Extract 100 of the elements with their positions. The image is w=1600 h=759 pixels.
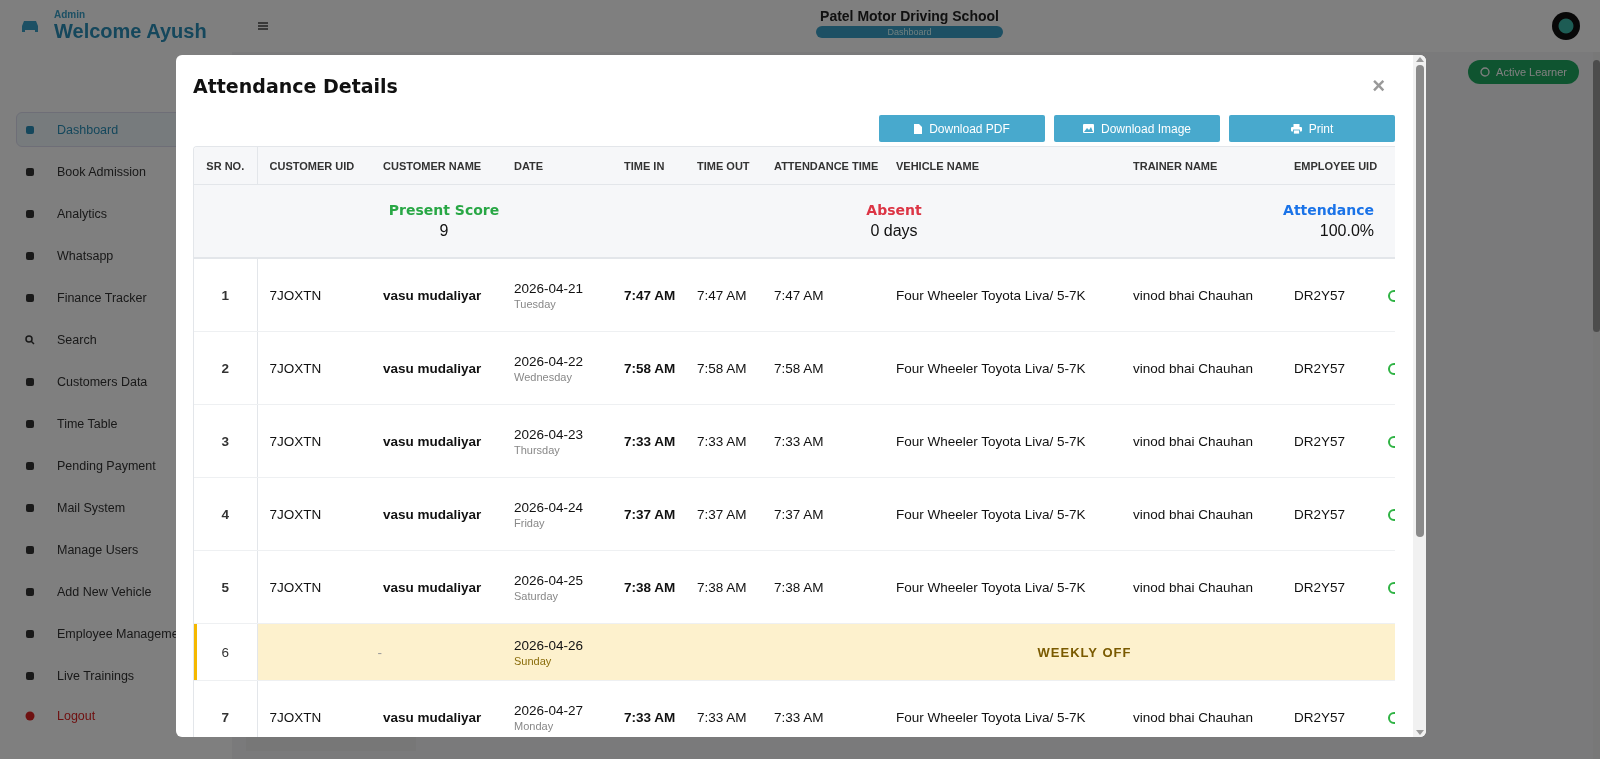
download-pdf-button[interactable]: Download PDF — [879, 115, 1045, 142]
table-cell: vasu mudaliyar — [371, 331, 502, 405]
table-cell: DR2Y57 — [1282, 404, 1382, 478]
date-text: 2026-04-24 — [514, 499, 585, 515]
table-cell: 7:37 AM — [685, 477, 762, 551]
table-cell: vinod bhai Chauhan — [1121, 331, 1282, 405]
summary-value: 9 — [439, 222, 449, 240]
avatar-icon[interactable] — [1552, 12, 1580, 40]
table-cell: DR2Y57 — [1282, 331, 1382, 405]
table-cell: 7:37 AM — [762, 477, 884, 551]
menu-icon[interactable] — [258, 22, 268, 30]
table-cell: 5 — [194, 550, 257, 624]
summary-value: 0 days — [870, 222, 918, 240]
print-button[interactable]: Print — [1229, 115, 1395, 142]
weekday-text: Friday — [514, 516, 546, 529]
printer-icon — [1290, 123, 1302, 134]
table-cell: 7JOXTN — [257, 331, 371, 405]
table-cell: 7:33 AM — [762, 404, 884, 478]
table-cell: vinod bhai Chauhan — [1121, 477, 1282, 551]
date-text: 2026-04-21 — [514, 280, 585, 296]
table-cell: 7JOXTN — [257, 680, 371, 737]
table-cell: 7:33 AM — [762, 680, 884, 737]
table-cell: 7:33 AM — [612, 404, 685, 478]
weekday-text: Sunday — [514, 654, 553, 667]
summary-label: Absent — [866, 202, 922, 218]
table-cell: 7:58 AM — [685, 331, 762, 405]
table-cell: 7:58 AM — [612, 331, 685, 405]
column-header: VEHICLE NAME — [884, 147, 1121, 185]
table-cell: vasu mudaliyar — [371, 477, 502, 551]
square-icon — [25, 586, 35, 597]
summary-label: Attendance — [1283, 202, 1374, 218]
close-button[interactable]: × — [1372, 75, 1395, 97]
table-cell: 7:47 AM — [612, 258, 685, 332]
modal-title: Attendance Details — [193, 75, 398, 97]
welcome-text: Welcome Ayush — [54, 20, 207, 43]
table-cell: vasu mudaliyar — [371, 550, 502, 624]
sidebar-item[interactable]: Analytics — [16, 196, 216, 231]
square-icon — [25, 208, 35, 219]
weekday-text: Tuesday — [514, 297, 557, 310]
column-header: CUSTOMER UID — [257, 147, 371, 185]
download-image-button[interactable]: Download Image — [1054, 115, 1220, 142]
square-icon — [25, 628, 35, 639]
table-cell: Four Wheeler Toyota Liva/ 5-7K — [884, 680, 1121, 737]
table-cell: 7JOXTN — [257, 258, 371, 332]
table-cell: 7 — [194, 680, 257, 737]
date-text: 2026-04-27 — [514, 702, 585, 718]
table-cell: 7:58 AM — [762, 331, 884, 405]
table-cell: DR2Y57 — [1282, 550, 1382, 624]
date-text: 2026-04-25 — [514, 572, 585, 588]
table-cell: Four Wheeler Toyota Liva/ 5-7K — [884, 331, 1121, 405]
table-cell: vinod bhai Chauhan — [1121, 258, 1282, 332]
circle-icon — [1480, 67, 1491, 77]
date-text: 2026-04-22 — [514, 353, 585, 369]
square-icon — [25, 502, 35, 513]
square-icon — [25, 670, 35, 681]
table-cell: 3 — [194, 404, 257, 478]
table-cell: 7:33 AM — [685, 680, 762, 737]
table-cell: 7JOXTN — [257, 550, 371, 624]
table-cell: vasu mudaliyar — [371, 680, 502, 737]
table-cell: vinod bhai Chauhan — [1121, 680, 1282, 737]
table-cell: vinod bhai Chauhan — [1121, 404, 1282, 478]
table-cell: 7:47 AM — [685, 258, 762, 332]
scrollbar[interactable] — [1413, 55, 1426, 737]
square-icon — [25, 418, 35, 429]
table-cell: vasu mudaliyar — [371, 404, 502, 478]
table-cell: DR2Y57 — [1282, 258, 1382, 332]
table-cell: 7JOXTN — [257, 404, 371, 478]
page-badge: Dashboard — [816, 26, 1003, 38]
table-cell: 7:33 AM — [685, 404, 762, 478]
table-cell: vasu mudaliyar — [371, 258, 502, 332]
column-header: DATE — [502, 147, 612, 185]
table-cell: 6 — [194, 623, 257, 681]
table-cell: DR2Y57 — [1282, 477, 1382, 551]
table-cell: Four Wheeler Toyota Liva/ 5-7K — [884, 404, 1121, 478]
column-header: TIME OUT — [685, 147, 762, 185]
square-icon — [25, 460, 35, 471]
table-cell: Four Wheeler Toyota Liva/ 5-7K — [884, 258, 1121, 332]
square-icon — [25, 544, 35, 555]
image-icon — [1082, 124, 1094, 133]
column-header: TIME IN — [612, 147, 685, 185]
weekday-text: Monday — [514, 719, 555, 732]
table-cell: 2 — [194, 331, 257, 405]
table-cell: 7:33 AM — [612, 680, 685, 737]
table-cell: vinod bhai Chauhan — [1121, 550, 1282, 624]
table-cell: 7:38 AM — [612, 550, 685, 624]
table-cell: 4 — [194, 477, 257, 551]
table-cell: 7JOXTN — [257, 477, 371, 551]
table-cell: DR2Y57 — [1282, 680, 1382, 737]
weekday-text: Saturday — [514, 589, 560, 602]
status-text: WEEKLY OFF — [612, 623, 1395, 681]
summary-value: 100.0% — [1319, 222, 1374, 240]
file-icon — [914, 123, 923, 134]
active-learner-button[interactable]: Active Learner — [1468, 60, 1579, 84]
summary-label: Present Score — [388, 202, 500, 218]
car-icon — [20, 19, 40, 33]
table-cell: - — [257, 623, 502, 681]
table-cell: 7:47 AM — [762, 258, 884, 332]
table-cell: Four Wheeler Toyota Liva/ 5-7K — [884, 477, 1121, 551]
table-cell: Four Wheeler Toyota Liva/ 5-7K — [884, 550, 1121, 624]
column-header: SR NO. — [194, 147, 257, 185]
